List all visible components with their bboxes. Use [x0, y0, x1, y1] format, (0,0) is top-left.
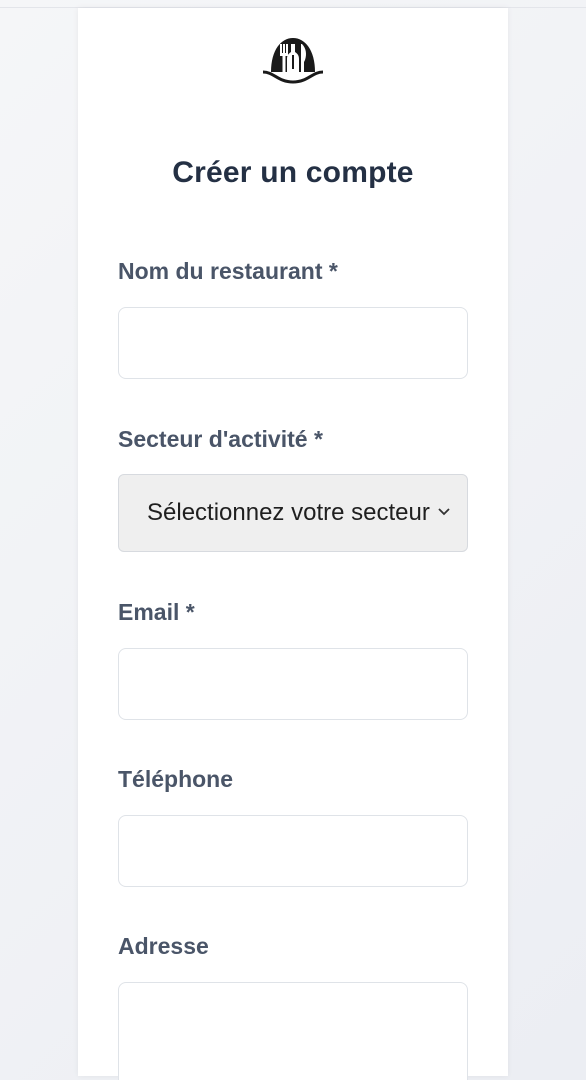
- page-title: Créer un compte: [172, 156, 414, 189]
- chevron-down-icon: [438, 508, 450, 516]
- phone-input[interactable]: [118, 815, 468, 887]
- restaurant-name-input[interactable]: [118, 307, 468, 379]
- sector-label: Secteur d'activité *: [118, 426, 323, 452]
- restaurant-name-label: Nom du restaurant *: [118, 258, 338, 284]
- sector-select-value: Sélectionnez votre secteur: [147, 499, 430, 526]
- email-input[interactable]: [118, 648, 468, 720]
- sector-select[interactable]: Sélectionnez votre secteur: [118, 474, 468, 552]
- address-input[interactable]: [118, 982, 468, 1080]
- signup-card: Créer un compte Nom du restaurant * Sect…: [78, 8, 508, 1080]
- phone-label: Téléphone: [118, 766, 234, 792]
- email-label: Email *: [118, 599, 195, 625]
- address-label: Adresse: [118, 933, 209, 959]
- restaurant-logo-icon: [262, 38, 324, 84]
